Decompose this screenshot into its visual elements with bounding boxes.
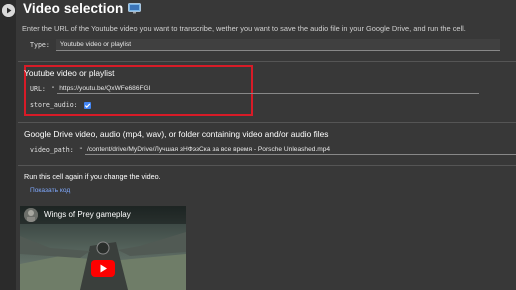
video-path-input[interactable]: /content/drive/MyDrive/Лучшая зНФэзСка з…: [85, 145, 516, 155]
checkmark-icon: [84, 102, 90, 108]
monitor-screen-icon: [128, 3, 142, 14]
cell-header: Video selection: [23, 1, 142, 16]
section-divider: [18, 61, 516, 62]
video-path-label: video_path:: [30, 146, 74, 154]
cell-description: Enter the URL of the Youtube video you w…: [22, 24, 466, 33]
cell-gutter: [0, 0, 16, 290]
form-cell: Video selection Enter the URL of the You…: [16, 0, 516, 290]
store-audio-label: store_audio:: [30, 101, 78, 109]
youtube-play-icon[interactable]: [91, 260, 115, 277]
store-audio-checkbox[interactable]: [83, 101, 91, 109]
run-cell-button[interactable]: [2, 4, 15, 17]
video-path-row: video_path: " /content/drive/MyDrive/Луч…: [30, 145, 516, 155]
section-divider: [18, 165, 516, 166]
type-param-row: Type: Youtube video or playlist: [30, 39, 500, 51]
youtube-section-title: Youtube video or playlist: [24, 68, 115, 78]
video-preview[interactable]: Wings of Prey gameplay: [20, 206, 186, 290]
notebook-frame: Video selection Enter the URL of the You…: [0, 0, 516, 290]
rerun-note: Run this cell again if you change the vi…: [24, 172, 161, 181]
url-quote-mark: ": [51, 85, 55, 93]
section-divider: [18, 122, 516, 123]
drive-section-title: Google Drive video, audio (mp4, wav), or…: [24, 129, 329, 139]
video-path-quote-mark: ": [79, 146, 83, 154]
video-title: Wings of Prey gameplay: [44, 210, 131, 219]
store-audio-row: store_audio:: [30, 101, 91, 109]
play-circle-icon: [2, 4, 15, 17]
url-input[interactable]: https://youtu.be/QxWFe686FGI: [57, 84, 480, 94]
type-select[interactable]: Youtube video or playlist: [55, 39, 500, 51]
show-code-link[interactable]: Показать код: [30, 187, 70, 194]
channel-avatar-image: [24, 208, 38, 222]
url-label: URL:: [30, 85, 46, 93]
channel-avatar: [24, 208, 38, 222]
page-title: Video selection: [23, 1, 124, 16]
url-param-row: URL: " https://youtu.be/QxWFe686FGI: [30, 84, 480, 94]
type-label: Type:: [30, 41, 50, 49]
